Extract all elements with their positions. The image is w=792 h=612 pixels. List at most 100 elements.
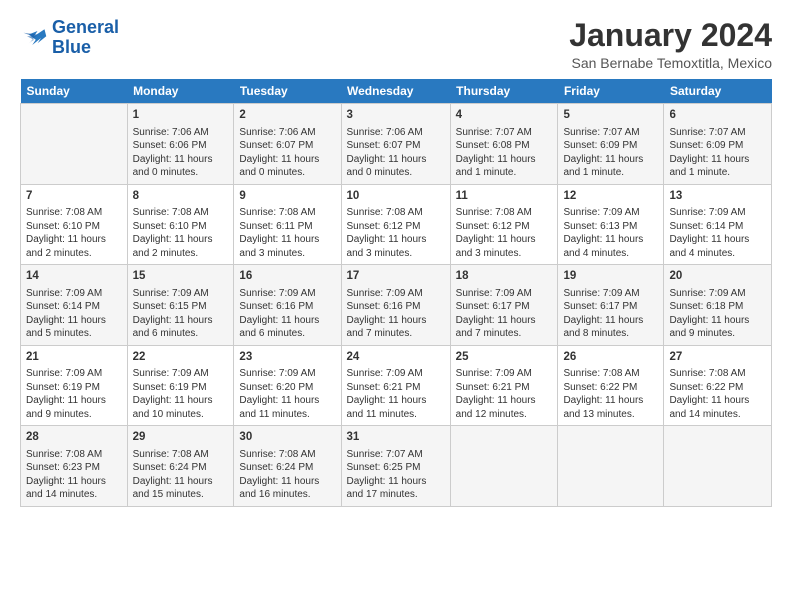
- day-number: 24: [347, 350, 445, 366]
- calendar-cell: 15 Sunrise: 7:09 AM Sunset: 6:15 PM Dayli…: [127, 265, 234, 346]
- calendar-cell: 31 Sunrise: 7:07 AM Sunset: 6:25 PM Dayli…: [341, 426, 450, 507]
- calendar-cell: 14Sunrise: 7:09 AM Sunset: 6:14 PM Dayli…: [21, 265, 128, 346]
- cell-sun-info: Sunrise: 7:07 AM Sunset: 6:09 PM Dayligh…: [563, 126, 658, 180]
- calendar-cell: 9Sunrise: 7:08 AM Sunset: 6:11 PM Daylig…: [234, 184, 341, 265]
- calendar-cell: 10Sunrise: 7:08 AM Sunset: 6:12 PM Dayli…: [341, 184, 450, 265]
- title-block: January 2024 San Bernabe Temoxtitla, Mex…: [569, 18, 772, 71]
- calendar-week-0: 1 Sunrise: 7:06 AM Sunset: 6:06 PM Daylig…: [21, 104, 772, 185]
- weekday-header-monday: Monday: [127, 79, 234, 104]
- calendar-cell: 29 Sunrise: 7:08 AM Sunset: 6:24 PM Dayli…: [127, 426, 234, 507]
- day-number: 28: [26, 430, 122, 446]
- cell-sun-info: Sunrise: 7:06 AM Sunset: 6:07 PM Dayligh…: [239, 126, 335, 180]
- day-number: 17: [347, 269, 445, 285]
- weekday-header-wednesday: Wednesday: [341, 79, 450, 104]
- cell-sun-info: Sunrise: 7:08 AM Sunset: 6:23 PM Dayligh…: [26, 448, 122, 502]
- cell-sun-info: Sunrise: 7:08 AM Sunset: 6:24 PM Dayligh…: [239, 448, 335, 502]
- main-title: January 2024: [569, 18, 772, 53]
- day-number: 23: [239, 350, 335, 366]
- cell-sun-info: Sunrise: 7:09 AM Sunset: 6:18 PM Dayligh…: [669, 287, 766, 341]
- cell-sun-info: Sunrise: 7:09 AM Sunset: 6:17 PM Dayligh…: [456, 287, 553, 341]
- weekday-header-tuesday: Tuesday: [234, 79, 341, 104]
- calendar-cell: 23Sunrise: 7:09 AM Sunset: 6:20 PM Dayli…: [234, 345, 341, 426]
- page: General Blue January 2024 San Bernabe Te…: [0, 0, 792, 517]
- subtitle: San Bernabe Temoxtitla, Mexico: [569, 55, 772, 71]
- calendar-cell: 28 Sunrise: 7:08 AM Sunset: 6:23 PM Dayli…: [21, 426, 128, 507]
- cell-sun-info: Sunrise: 7:06 AM Sunset: 6:06 PM Dayligh…: [133, 126, 229, 180]
- cell-sun-info: Sunrise: 7:08 AM Sunset: 6:12 PM Dayligh…: [456, 206, 553, 260]
- day-number: 10: [347, 189, 445, 205]
- calendar-cell: 18 Sunrise: 7:09 AM Sunset: 6:17 PM Dayli…: [450, 265, 558, 346]
- weekday-header-row: SundayMondayTuesdayWednesdayThursdayFrid…: [21, 79, 772, 104]
- day-number: 2: [239, 108, 335, 124]
- cell-sun-info: Sunrise: 7:08 AM Sunset: 6:22 PM Dayligh…: [563, 367, 658, 421]
- day-number: 18: [456, 269, 553, 285]
- cell-sun-info: Sunrise: 7:09 AM Sunset: 6:15 PM Dayligh…: [133, 287, 229, 341]
- cell-sun-info: Sunrise: 7:09 AM Sunset: 6:14 PM Dayligh…: [26, 287, 122, 341]
- calendar-cell: 12Sunrise: 7:09 AM Sunset: 6:13 PM Dayli…: [558, 184, 664, 265]
- calendar-cell: 13Sunrise: 7:09 AM Sunset: 6:14 PM Dayli…: [664, 184, 772, 265]
- cell-sun-info: Sunrise: 7:09 AM Sunset: 6:16 PM Dayligh…: [239, 287, 335, 341]
- cell-sun-info: Sunrise: 7:07 AM Sunset: 6:08 PM Dayligh…: [456, 126, 553, 180]
- cell-sun-info: Sunrise: 7:08 AM Sunset: 6:22 PM Dayligh…: [669, 367, 766, 421]
- calendar-cell: [450, 426, 558, 507]
- day-number: 19: [563, 269, 658, 285]
- logo: General Blue: [20, 18, 119, 58]
- calendar-week-4: 28 Sunrise: 7:08 AM Sunset: 6:23 PM Dayli…: [21, 426, 772, 507]
- calendar-cell: 25Sunrise: 7:09 AM Sunset: 6:21 PM Dayli…: [450, 345, 558, 426]
- cell-sun-info: Sunrise: 7:09 AM Sunset: 6:19 PM Dayligh…: [133, 367, 229, 421]
- cell-sun-info: Sunrise: 7:09 AM Sunset: 6:21 PM Dayligh…: [347, 367, 445, 421]
- cell-sun-info: Sunrise: 7:09 AM Sunset: 6:13 PM Dayligh…: [563, 206, 658, 260]
- calendar-cell: 8Sunrise: 7:08 AM Sunset: 6:10 PM Daylig…: [127, 184, 234, 265]
- day-number: 26: [563, 350, 658, 366]
- calendar-cell: 24Sunrise: 7:09 AM Sunset: 6:21 PM Dayli…: [341, 345, 450, 426]
- calendar-cell: 17 Sunrise: 7:09 AM Sunset: 6:16 PM Dayli…: [341, 265, 450, 346]
- calendar-cell: 3Sunrise: 7:06 AM Sunset: 6:07 PM Daylig…: [341, 104, 450, 185]
- cell-sun-info: Sunrise: 7:08 AM Sunset: 6:10 PM Dayligh…: [133, 206, 229, 260]
- day-number: 7: [26, 189, 122, 205]
- calendar-week-1: 7Sunrise: 7:08 AM Sunset: 6:10 PM Daylig…: [21, 184, 772, 265]
- calendar-week-3: 21Sunrise: 7:09 AM Sunset: 6:19 PM Dayli…: [21, 345, 772, 426]
- calendar-cell: 1 Sunrise: 7:06 AM Sunset: 6:06 PM Daylig…: [127, 104, 234, 185]
- calendar-body: 1 Sunrise: 7:06 AM Sunset: 6:06 PM Daylig…: [21, 104, 772, 507]
- cell-sun-info: Sunrise: 7:06 AM Sunset: 6:07 PM Dayligh…: [347, 126, 445, 180]
- day-number: 29: [133, 430, 229, 446]
- day-number: 6: [669, 108, 766, 124]
- calendar-cell: 7Sunrise: 7:08 AM Sunset: 6:10 PM Daylig…: [21, 184, 128, 265]
- calendar-cell: 16 Sunrise: 7:09 AM Sunset: 6:16 PM Dayli…: [234, 265, 341, 346]
- header: General Blue January 2024 San Bernabe Te…: [20, 18, 772, 71]
- weekday-header-thursday: Thursday: [450, 79, 558, 104]
- day-number: 15: [133, 269, 229, 285]
- cell-sun-info: Sunrise: 7:09 AM Sunset: 6:19 PM Dayligh…: [26, 367, 122, 421]
- calendar-table: SundayMondayTuesdayWednesdayThursdayFrid…: [20, 79, 772, 507]
- calendar-cell: 30Sunrise: 7:08 AM Sunset: 6:24 PM Dayli…: [234, 426, 341, 507]
- logo-line2: Blue: [52, 37, 91, 57]
- cell-sun-info: Sunrise: 7:08 AM Sunset: 6:10 PM Dayligh…: [26, 206, 122, 260]
- day-number: 20: [669, 269, 766, 285]
- calendar-cell: 27Sunrise: 7:08 AM Sunset: 6:22 PM Dayli…: [664, 345, 772, 426]
- calendar-cell: 2 Sunrise: 7:06 AM Sunset: 6:07 PM Daylig…: [234, 104, 341, 185]
- calendar-cell: [558, 426, 664, 507]
- day-number: 21: [26, 350, 122, 366]
- calendar-cell: [21, 104, 128, 185]
- weekday-header-friday: Friday: [558, 79, 664, 104]
- day-number: 5: [563, 108, 658, 124]
- day-number: 16: [239, 269, 335, 285]
- day-number: 4: [456, 108, 553, 124]
- cell-sun-info: Sunrise: 7:09 AM Sunset: 6:14 PM Dayligh…: [669, 206, 766, 260]
- calendar-week-2: 14Sunrise: 7:09 AM Sunset: 6:14 PM Dayli…: [21, 265, 772, 346]
- day-number: 22: [133, 350, 229, 366]
- day-number: 27: [669, 350, 766, 366]
- day-number: 31: [347, 430, 445, 446]
- logo-text: General Blue: [52, 18, 119, 58]
- calendar-cell: 11Sunrise: 7:08 AM Sunset: 6:12 PM Dayli…: [450, 184, 558, 265]
- calendar-cell: 22Sunrise: 7:09 AM Sunset: 6:19 PM Dayli…: [127, 345, 234, 426]
- calendar-cell: 21Sunrise: 7:09 AM Sunset: 6:19 PM Dayli…: [21, 345, 128, 426]
- cell-sun-info: Sunrise: 7:08 AM Sunset: 6:24 PM Dayligh…: [133, 448, 229, 502]
- day-number: 25: [456, 350, 553, 366]
- cell-sun-info: Sunrise: 7:09 AM Sunset: 6:21 PM Dayligh…: [456, 367, 553, 421]
- cell-sun-info: Sunrise: 7:07 AM Sunset: 6:25 PM Dayligh…: [347, 448, 445, 502]
- calendar-cell: 5 Sunrise: 7:07 AM Sunset: 6:09 PM Daylig…: [558, 104, 664, 185]
- cell-sun-info: Sunrise: 7:09 AM Sunset: 6:16 PM Dayligh…: [347, 287, 445, 341]
- day-number: 1: [133, 108, 229, 124]
- calendar-cell: 4 Sunrise: 7:07 AM Sunset: 6:08 PM Daylig…: [450, 104, 558, 185]
